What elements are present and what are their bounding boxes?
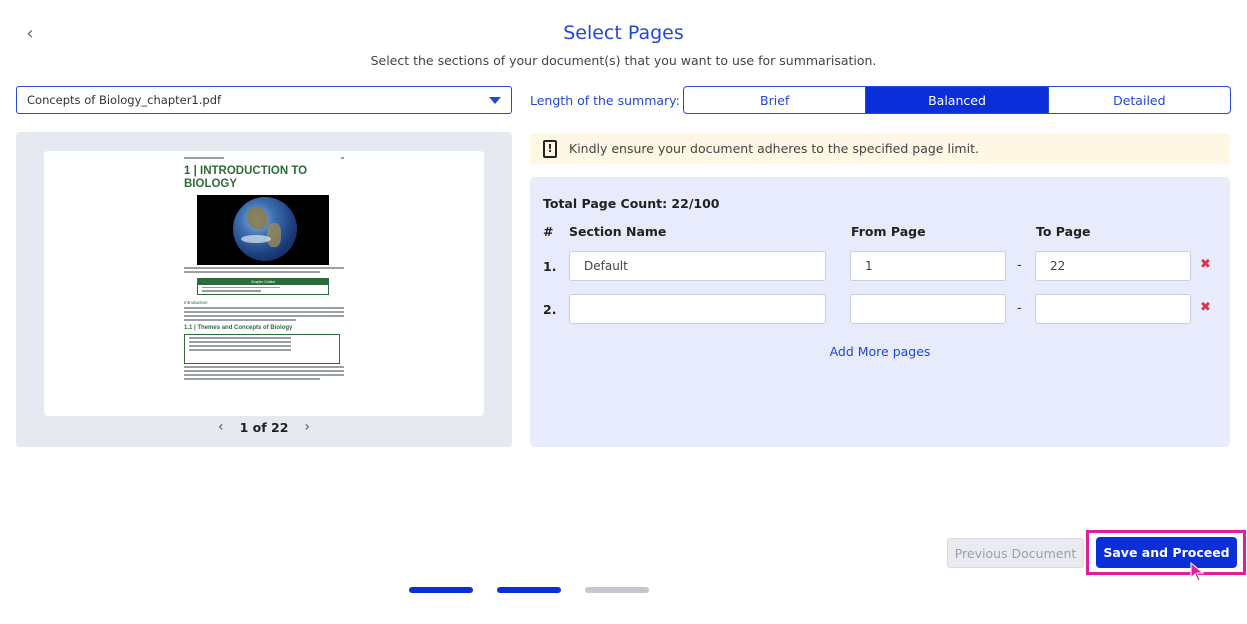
chevron-right-icon[interactable]: › <box>304 419 310 435</box>
caret-down-icon <box>489 96 501 104</box>
doc-title: 1 | INTRODUCTION TO BIOLOGY <box>184 164 308 190</box>
document-thumbnail: 1 | INTRODUCTION TO BIOLOGY Chapter Outl… <box>184 157 344 411</box>
page-limit-notice: ! Kindly ensure your document adheres to… <box>530 133 1230 164</box>
cursor-pointer-icon <box>1190 562 1205 582</box>
add-more-pages-link[interactable]: Add More pages <box>530 344 1230 359</box>
chapter-outline-box: Chapter Outline <box>197 277 329 295</box>
notice-text: Kindly ensure your document adheres to t… <box>569 141 979 156</box>
doc-section-heading: 1.1 | Themes and Concepts of Biology <box>184 324 293 331</box>
from-page-input[interactable] <box>850 294 1006 324</box>
section-name-input[interactable] <box>569 294 826 324</box>
row-number: 1. <box>543 259 557 274</box>
sections-panel: Total Page Count: 22/100 # Section Name … <box>530 177 1230 447</box>
warning-icon: ! <box>543 139 557 158</box>
chevron-left-icon[interactable]: ‹ <box>218 419 224 435</box>
section-name-input[interactable]: Default <box>569 251 826 281</box>
column-header-num: # <box>543 224 554 239</box>
delete-row-icon[interactable]: ✖ <box>1200 257 1211 272</box>
column-header-from-page: From Page <box>851 224 926 239</box>
length-option-balanced[interactable]: Balanced <box>866 87 1049 113</box>
range-dash: - <box>1017 258 1022 273</box>
earth-image <box>197 194 329 265</box>
summary-length-toggle: Brief Balanced Detailed <box>683 86 1231 114</box>
to-page-input[interactable]: 22 <box>1035 251 1191 281</box>
doc-subheading: Introduction <box>184 299 208 305</box>
column-header-to-page: To Page <box>1036 224 1091 239</box>
total-page-count: Total Page Count: 22/100 <box>543 196 720 211</box>
document-preview-panel: 1 | INTRODUCTION TO BIOLOGY Chapter Outl… <box>16 132 512 447</box>
from-page-input[interactable]: 1 <box>850 251 1006 281</box>
summary-length-label: Length of the summary: <box>530 93 680 108</box>
page-subtitle: Select the sections of your document(s) … <box>370 53 877 68</box>
preview-pager: ‹ 1 of 22 › <box>16 419 512 435</box>
step-indicator <box>497 587 561 593</box>
document-select-value: Concepts of Biology_chapter1.pdf <box>27 93 222 107</box>
page-indicator: 1 of 22 <box>239 419 289 435</box>
length-option-detailed[interactable]: Detailed <box>1049 87 1230 113</box>
delete-row-icon[interactable]: ✖ <box>1200 300 1211 315</box>
previous-document-button[interactable]: Previous Document <box>947 538 1084 568</box>
row-number: 2. <box>543 302 557 317</box>
document-select[interactable]: Concepts of Biology_chapter1.pdf <box>16 86 512 114</box>
document-preview-page: 1 | INTRODUCTION TO BIOLOGY Chapter Outl… <box>44 151 484 416</box>
step-indicator <box>409 587 473 593</box>
length-option-brief[interactable]: Brief <box>684 87 867 113</box>
page-title: Select Pages <box>563 22 684 44</box>
to-page-input[interactable] <box>1035 294 1191 324</box>
step-indicator <box>585 587 649 593</box>
save-and-proceed-button[interactable]: Save and Proceed <box>1096 537 1237 568</box>
objectives-box <box>184 333 340 364</box>
column-header-section-name: Section Name <box>569 224 667 239</box>
range-dash: - <box>1017 301 1022 316</box>
